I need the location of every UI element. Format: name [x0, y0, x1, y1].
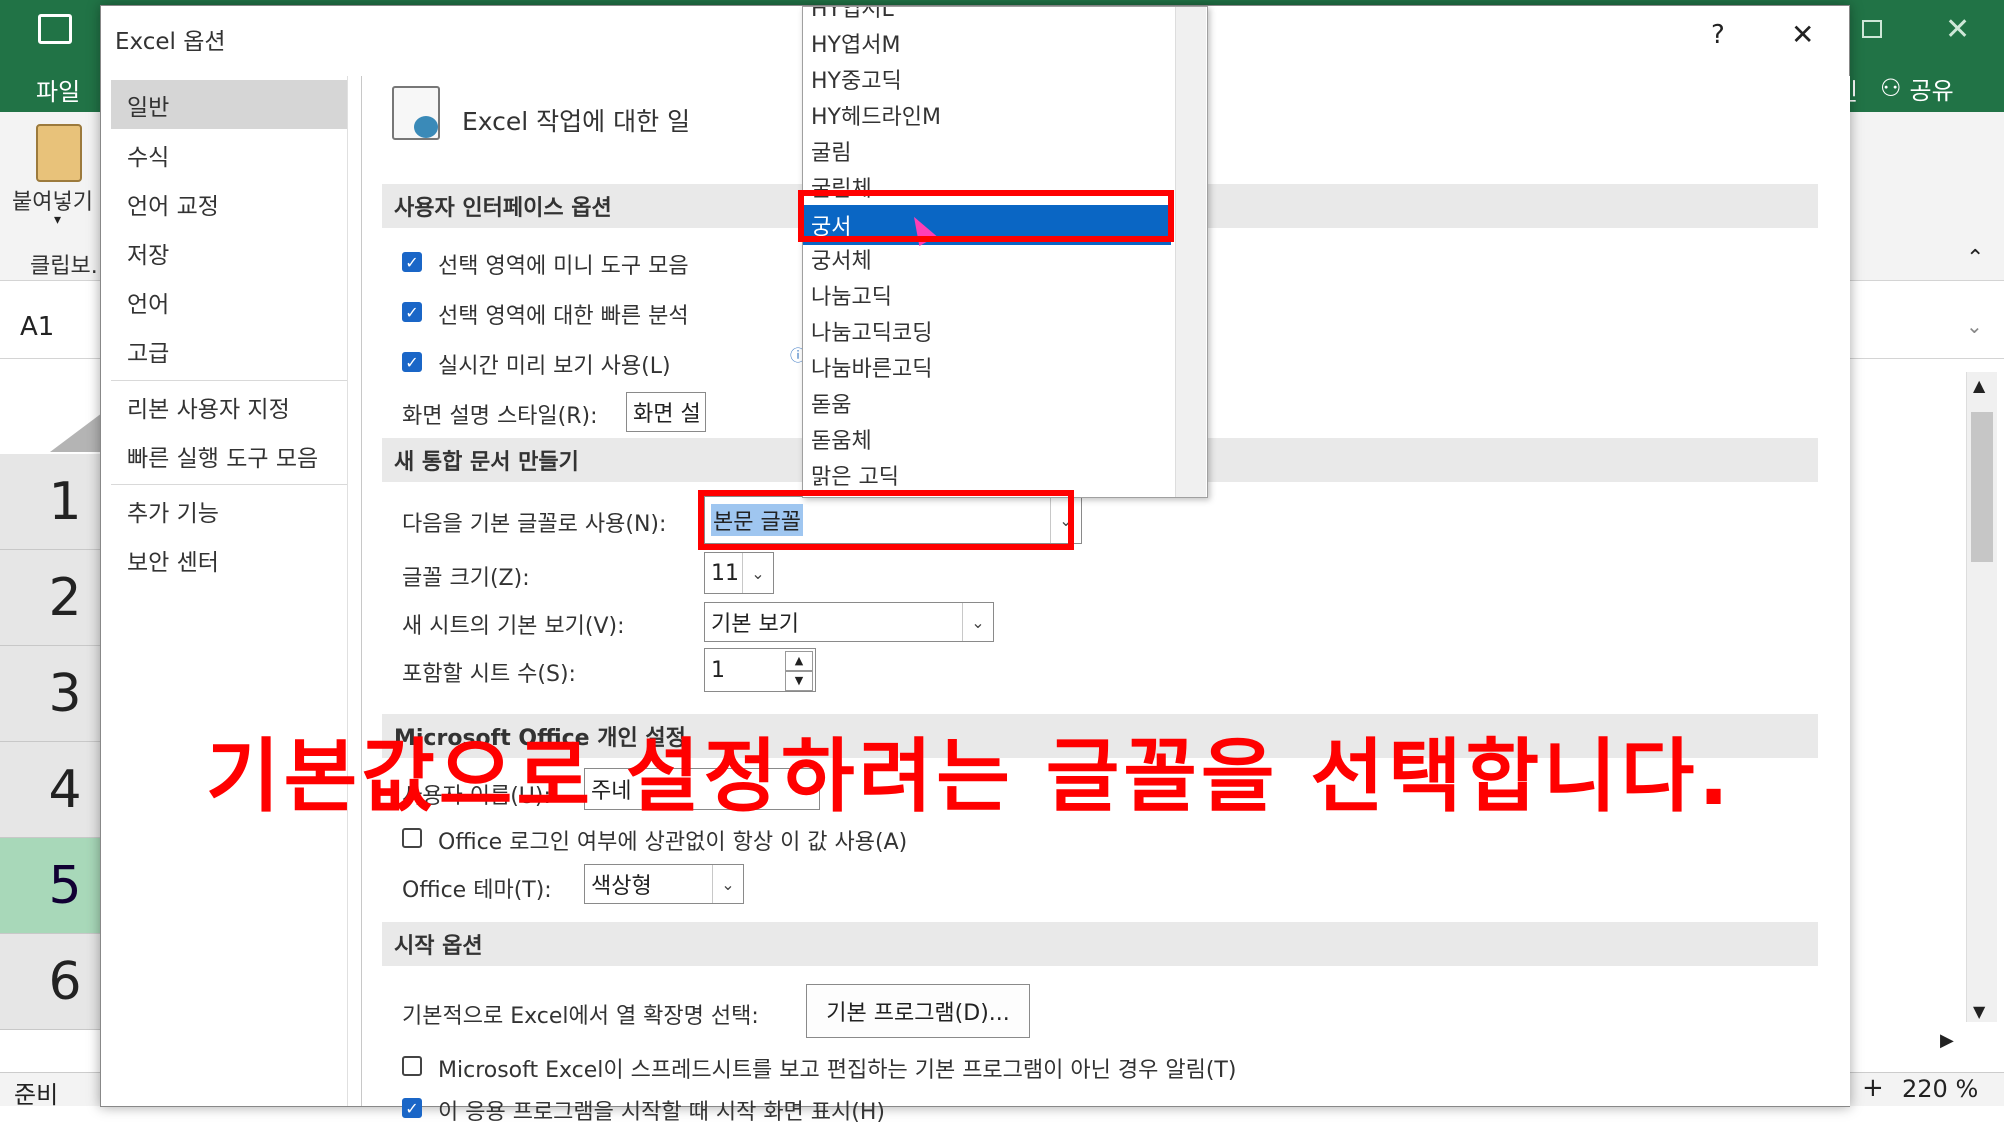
- office-theme-label: Office 테마(T):: [402, 878, 552, 903]
- options-nav: 일반 수식 언어 교정 저장 언어 고급 리본 사용자 지정 빠른 실행 도구 …: [111, 76, 348, 1106]
- default-font-label: 다음을 기본 글꼴로 사용(N):: [402, 512, 667, 537]
- general-header: Excel 작업에 대한 일: [462, 107, 691, 136]
- excel-options-dialog: Excel 옵션 ? ✕ 일반 수식 언어 교정 저장 언어 고급 리본 사용자…: [100, 5, 1850, 1125]
- font-option[interactable]: 굴림: [811, 133, 1171, 169]
- office-theme-value: 색상형: [591, 874, 652, 899]
- spin-up-icon[interactable]: ▲: [785, 651, 813, 671]
- notify-default-label[interactable]: Microsoft Excel이 스프레드시트를 보고 편집하는 기본 프로그램…: [438, 1052, 1236, 1084]
- font-option[interactable]: 돋움: [811, 385, 1171, 421]
- list-scrollbar[interactable]: [1175, 7, 1206, 497]
- share-button[interactable]: ⚇ 공유: [1880, 66, 2004, 110]
- nav-quick-access-toolbar[interactable]: 빠른 실행 도구 모음: [111, 431, 347, 480]
- highlight-default-font-field: [698, 490, 1074, 550]
- scroll-thumb[interactable]: [1971, 412, 1993, 562]
- nav-advanced[interactable]: 고급: [111, 326, 347, 375]
- nav-divider: [111, 380, 347, 381]
- close-dialog-button[interactable]: ✕: [1791, 18, 1814, 51]
- sheet-count-label: 포함할 시트 수(S):: [402, 662, 576, 687]
- help-button[interactable]: ?: [1711, 20, 1725, 50]
- default-programs-button[interactable]: 기본 프로그램(D)...: [806, 984, 1030, 1038]
- tab-file[interactable]: 파일: [36, 72, 80, 107]
- quick-analysis-label[interactable]: 선택 영역에 대한 빠른 분석: [438, 298, 689, 330]
- nav-save[interactable]: 저장: [111, 228, 347, 277]
- nav-add-ins[interactable]: 추가 기능: [111, 486, 347, 535]
- nav-customize-ribbon[interactable]: 리본 사용자 지정: [111, 382, 347, 431]
- chevron-down-icon[interactable]: ⌄: [962, 603, 993, 641]
- nav-divider: [111, 484, 347, 485]
- font-dropdown-list[interactable]: HY엽서L HY엽서M HY중고딕 HY헤드라인M 굴림 굴림체 궁서 궁서체 …: [802, 6, 1208, 498]
- tutorial-caption: 기본값으로 설정하려는 글꼴을 선택합니다.: [206, 730, 1733, 823]
- file-extension-label: 기본적으로 Excel에서 열 확장명 선택:: [402, 1004, 759, 1029]
- tooltip-style-value: 화면 설: [633, 402, 701, 427]
- font-option[interactable]: HY엽서L: [811, 7, 1171, 25]
- mini-toolbar-label[interactable]: 선택 영역에 미니 도구 모음: [438, 248, 689, 280]
- font-option[interactable]: HY중고딕: [811, 61, 1171, 97]
- always-use-checkbox[interactable]: [402, 828, 422, 848]
- startup-options-section: 시작 옵션: [382, 922, 1818, 966]
- zoom-level[interactable]: 220 %: [1902, 1075, 1978, 1103]
- spin-down-icon[interactable]: ▼: [785, 671, 813, 691]
- formula-expand-icon[interactable]: ⌄: [1966, 314, 1983, 338]
- close-excel-icon[interactable]: ✕: [1945, 12, 1970, 47]
- sheet-count-spinner[interactable]: 1 ▲ ▼: [704, 648, 816, 692]
- nav-general[interactable]: 일반: [111, 80, 347, 129]
- default-view-value: 기본 보기: [711, 612, 799, 637]
- name-box[interactable]: A1: [20, 312, 54, 342]
- startup-screen-label[interactable]: 이 응용 프로그램을 시작할 때 시작 화면 표시(H): [438, 1094, 885, 1126]
- font-option[interactable]: HY엽서M: [811, 25, 1171, 61]
- default-view-dropdown[interactable]: 기본 보기 ⌄: [704, 602, 994, 642]
- scroll-down-icon[interactable]: ▼: [1973, 1002, 1985, 1021]
- font-option[interactable]: 나눔고딕: [811, 277, 1171, 313]
- live-preview-checkbox[interactable]: ✓: [402, 352, 422, 372]
- font-option[interactable]: 궁서체: [811, 241, 1171, 277]
- options-content: Excel 작업에 대한 일 사용자 인터페이스 옵션 ✓ 선택 영역에 미니 …: [361, 6, 1850, 1125]
- chevron-down-icon[interactable]: ▾: [54, 212, 61, 228]
- font-option[interactable]: 나눔고딕코딩: [811, 313, 1171, 349]
- chevron-down-icon[interactable]: ⌄: [712, 865, 743, 903]
- paste-label[interactable]: 붙여넣기: [12, 184, 93, 216]
- zoom-in-icon[interactable]: +: [1862, 1073, 1884, 1103]
- font-option[interactable]: HY헤드라인M: [811, 97, 1171, 133]
- office-theme-dropdown[interactable]: 색상형 ⌄: [584, 864, 744, 904]
- tooltip-style-dropdown[interactable]: 화면 설: [626, 392, 706, 432]
- excel-app-icon: [38, 14, 72, 44]
- sheet-count-value: 1: [711, 657, 725, 683]
- person-add-icon: ⚇: [1880, 74, 1902, 102]
- scroll-up-icon[interactable]: ▲: [1973, 376, 1985, 395]
- paste-icon[interactable]: [36, 124, 82, 182]
- live-preview-label[interactable]: 실시간 미리 보기 사용(L): [438, 348, 671, 380]
- nav-trust-center[interactable]: 보안 센터: [111, 535, 347, 584]
- tooltip-style-label: 화면 설명 스타일(R):: [402, 404, 598, 429]
- font-size-label: 글꼴 크기(Z):: [402, 566, 530, 591]
- dialog-title: Excel 옵션: [115, 29, 226, 55]
- collapse-ribbon-icon[interactable]: ⌃: [1966, 246, 1984, 271]
- mini-toolbar-checkbox[interactable]: ✓: [402, 252, 422, 272]
- nav-proofing[interactable]: 언어 교정: [111, 179, 347, 228]
- font-option[interactable]: 나눔바른고딕: [811, 349, 1171, 385]
- always-use-label[interactable]: Office 로그인 여부에 상관없이 항상 이 값 사용(A): [438, 824, 907, 856]
- startup-screen-checkbox[interactable]: ✓: [402, 1098, 422, 1118]
- quick-analysis-checkbox[interactable]: ✓: [402, 302, 422, 322]
- vertical-scrollbar[interactable]: ▲ ▼: [1966, 372, 1997, 1022]
- font-option[interactable]: 맑은 고딕: [811, 457, 1171, 493]
- chevron-down-icon[interactable]: ⌄: [742, 553, 773, 593]
- nav-language[interactable]: 언어: [111, 277, 347, 326]
- share-label: 공유: [1909, 76, 1954, 105]
- scroll-right-icon[interactable]: ▶: [1940, 1030, 1954, 1051]
- highlight-selected-font: [798, 190, 1174, 242]
- font-size-dropdown[interactable]: 11 ⌄: [704, 552, 774, 594]
- font-option[interactable]: 돋움체: [811, 421, 1171, 457]
- maximize-icon[interactable]: [1862, 20, 1882, 38]
- nav-formulas[interactable]: 수식: [111, 130, 347, 179]
- default-view-label: 새 시트의 기본 보기(V):: [402, 614, 625, 639]
- font-size-value: 11: [711, 560, 739, 586]
- notify-default-checkbox[interactable]: [402, 1056, 422, 1076]
- general-options-icon: [392, 86, 440, 140]
